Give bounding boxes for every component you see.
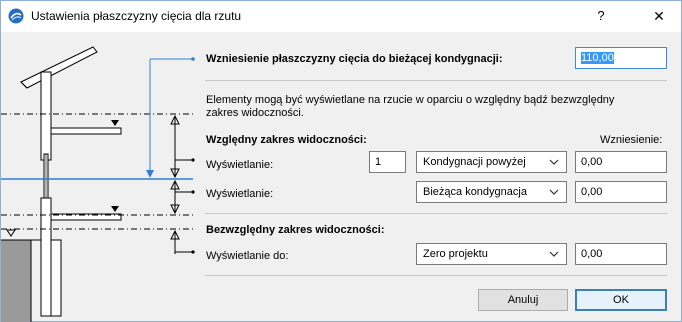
title-bar[interactable]: Ustawienia płaszczyzny cięcia dla rzutu … [1, 1, 681, 32]
app-icon [8, 8, 24, 24]
absolute-display-label: Wyświetlanie do: [206, 250, 289, 262]
window-title: Ustawienia płaszczyzny cięcia dla rzutu [31, 9, 242, 23]
elevation-heading: Wzniesienie: [600, 134, 663, 146]
bottom-display-label: Wyświetlanie: [206, 188, 274, 200]
upper-level-marker [111, 120, 119, 126]
description-line-2: zakres widoczności. [206, 107, 304, 119]
relative-range-heading: Względny zakres widoczności: [206, 134, 367, 146]
foundation [50, 239, 62, 317]
chevron-down-icon [549, 189, 559, 195]
separator [205, 80, 667, 81]
ok-button[interactable]: OK [575, 289, 667, 311]
upper-wall [40, 71, 52, 161]
top-story-count-input[interactable]: 1 [369, 151, 406, 173]
upper-slab [50, 127, 122, 135]
cancel-button[interactable]: Anuluj [478, 289, 568, 311]
absolute-elevation-input[interactable]: 0,00 [575, 243, 667, 265]
cut-plane-diagram [1, 46, 195, 322]
bottom-range-select[interactable]: Bieżąca kondygnacja [416, 181, 567, 203]
ground-block [1, 240, 31, 322]
cut-plane-label: Wzniesienie płaszczyzny cięcia do bieżąc… [206, 53, 503, 65]
close-icon[interactable]: ✕ [645, 4, 673, 28]
bottom-elevation-value: 0,00 [581, 186, 603, 198]
top-elevation-input[interactable]: 0,00 [575, 151, 667, 173]
absolute-range-selected: Zero projektu [423, 248, 488, 260]
absolute-elevation-value: 0,00 [581, 248, 603, 260]
roof-shape [20, 46, 98, 89]
cut-plane-height-input[interactable]: 110,00 [575, 47, 667, 69]
help-icon[interactable]: ? [589, 4, 613, 28]
chevron-down-icon [549, 159, 559, 165]
top-range-selected: Kondygnacji powyżej [423, 156, 526, 168]
top-display-label: Wyświetlanie: [206, 159, 274, 171]
middle-level-marker [111, 206, 119, 212]
top-range-select[interactable]: Kondygnacji powyżej [416, 151, 567, 173]
bottom-elevation-input[interactable]: 0,00 [575, 181, 667, 203]
zero-level-marker [6, 229, 16, 237]
separator [205, 275, 667, 276]
absolute-range-heading: Bezwzględny zakres widoczności: [206, 224, 385, 236]
top-story-count-value: 1 [375, 156, 382, 168]
top-elevation-value: 0,00 [581, 156, 603, 168]
absolute-range-select[interactable]: Zero projektu [416, 243, 567, 265]
description-line-1: Elementy mogą być wyświetlane na rzucie … [206, 94, 615, 106]
dialog-window: Ustawienia płaszczyzny cięcia dla rzutu … [0, 0, 682, 322]
separator [205, 213, 667, 214]
lower-wall [40, 197, 52, 317]
bottom-range-selected: Bieżąca kondygnacja [423, 186, 527, 198]
chevron-down-icon [549, 251, 559, 257]
cut-plane-height-value: 110,00 [581, 52, 614, 64]
